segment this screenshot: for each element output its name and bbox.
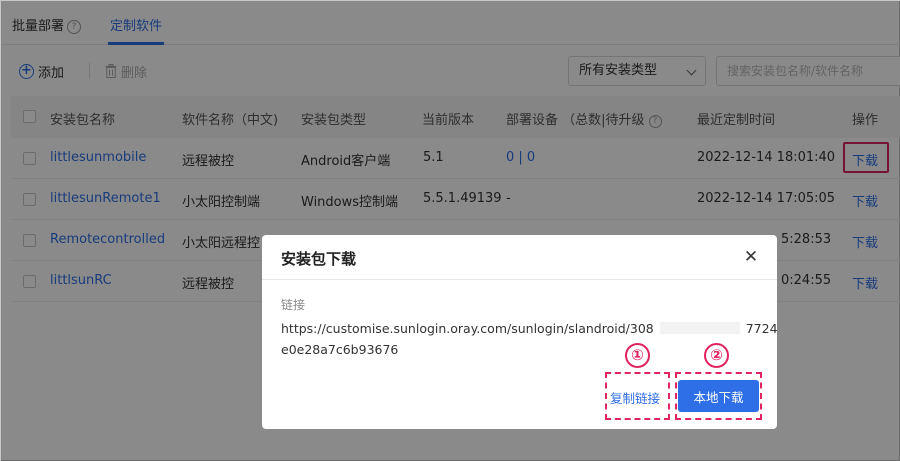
step2-annotation-box [675,372,762,420]
dialog-header: 安装包下载 ✕ [262,235,777,280]
redacted-region [659,322,740,334]
close-icon[interactable]: ✕ [743,249,759,266]
url-part-start: https://customise.sunlogin.oray.com/sunl… [281,321,654,336]
url-line-2: e0e28a7c6b93676 [281,342,399,357]
step1-badge: ① [625,343,650,368]
step1-annotation-box [605,372,670,420]
url-part-end: 7724 [745,321,778,336]
url-line-1: https://customise.sunlogin.oray.com/sunl… [281,318,778,339]
app-frame: 批量部署 ? 定制软件 + 添加 删除 所有安装类型 安装包名称 软件名称（中文… [0,0,900,461]
step2-badge: ② [704,343,729,368]
dialog-title: 安装包下载 [281,250,357,268]
download-url: https://customise.sunlogin.oray.com/sunl… [281,318,778,360]
link-label: 链接 [281,298,306,312]
